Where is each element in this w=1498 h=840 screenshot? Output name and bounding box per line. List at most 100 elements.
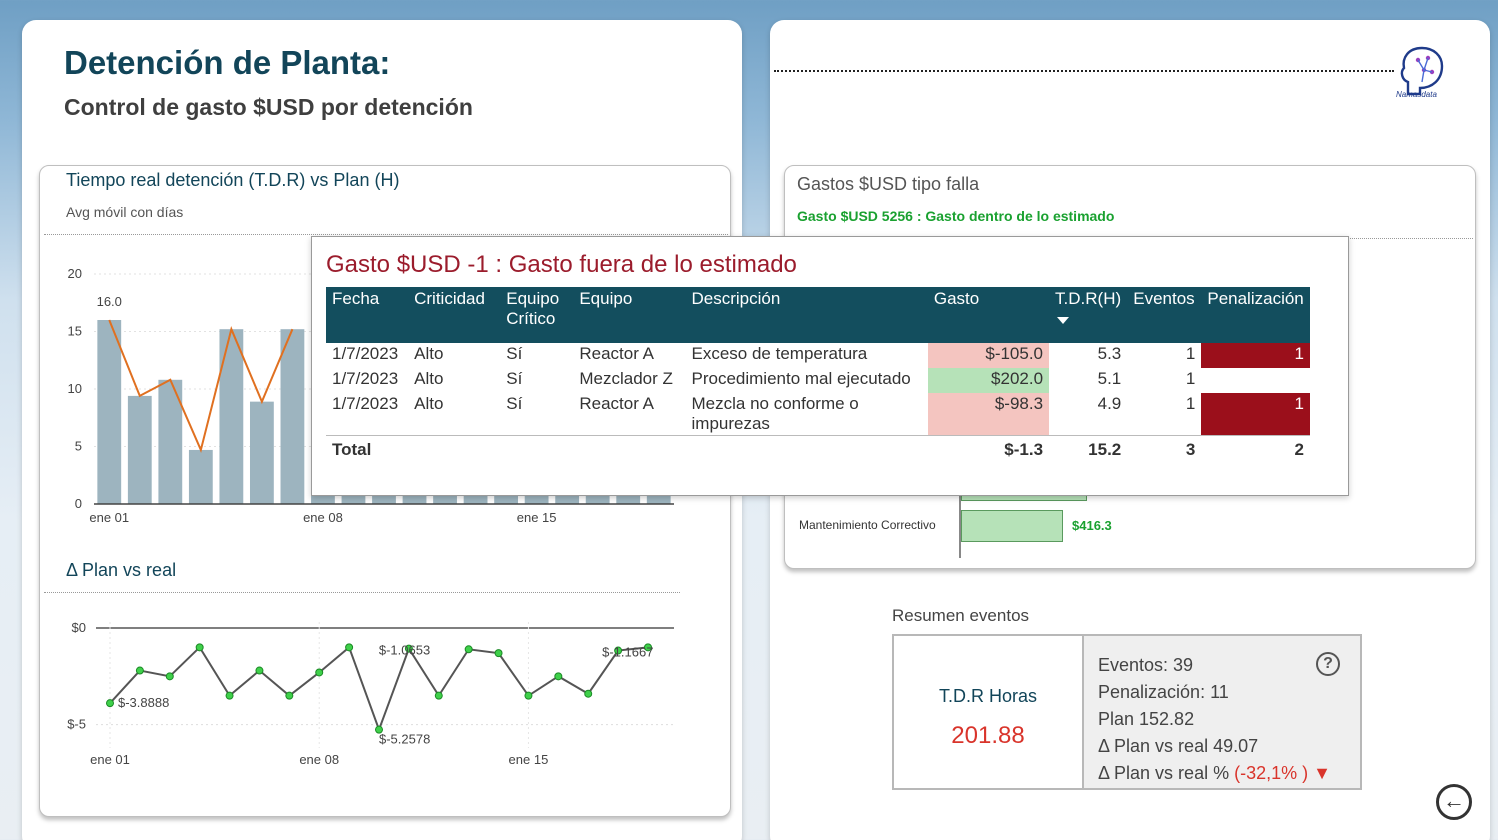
delta-point: [464, 645, 473, 654]
help-icon[interactable]: ?: [1316, 652, 1340, 676]
table-row: 1/7/2023 Alto Sí Reactor A Mezcla no con…: [326, 393, 1310, 436]
cell-critico: Sí: [506, 394, 523, 413]
cell-penalizacion: [1201, 368, 1310, 393]
column-header[interactable]: Penalización: [1201, 287, 1310, 343]
cell-criticidad: Alto: [414, 394, 444, 413]
delta-chart-title: Δ Plan vs real: [66, 560, 177, 580]
delta-point: [494, 649, 503, 658]
divider: [44, 592, 680, 593]
falla-bar[interactable]: [961, 510, 1063, 542]
y-tick-label: 20: [68, 266, 82, 281]
column-header[interactable]: Descripción: [685, 287, 928, 343]
back-arrow-icon[interactable]: ←: [1436, 784, 1472, 820]
tdr-kpi: T.D.R Horas 201.88: [894, 636, 1082, 788]
delta-pct-value: (-32,1% ): [1234, 763, 1309, 783]
data-label: 16.0: [97, 294, 122, 309]
column-header[interactable]: Fecha: [326, 287, 409, 343]
delta-point: [195, 643, 204, 652]
delta-chart[interactable]: $0 $-5 $-3.8888 $-1.0653 $-5.2578 $-1.1667 ene…: [40, 602, 732, 792]
cell-tdr: 5.1: [1097, 369, 1122, 388]
data-label: $-1.0653: [379, 643, 430, 658]
tdr-chart-subtitle: Avg móvil con días: [66, 204, 184, 220]
y-tick-label: $-5: [67, 717, 86, 732]
x-tick-label: ene 01: [89, 510, 129, 525]
tdr-bar: [188, 449, 213, 504]
data-label: $-3.8888: [118, 695, 169, 710]
column-header[interactable]: Equipo Crítico: [500, 287, 574, 343]
resumen-title: Resumen eventos: [892, 606, 1030, 625]
delta-point: [345, 643, 354, 652]
cell-equipo: Mezclador Z: [579, 369, 673, 388]
table-total-row: Total $-1.3 15.2 3 2: [326, 435, 1310, 461]
y-tick-label: $0: [72, 620, 86, 635]
empty-cell: [408, 435, 501, 461]
empty-cell: [500, 435, 574, 461]
page-title: Detención de Planta:: [64, 44, 391, 81]
tdr-bar: [127, 395, 152, 504]
tdr-bar: [280, 329, 305, 504]
cell-critico: Sí: [506, 344, 523, 363]
cell-gasto: $202.0: [927, 368, 1050, 393]
cell-fecha: 1/7/2023: [332, 394, 399, 413]
falla-chart-title: Gastos $USD tipo falla: [797, 174, 980, 194]
x-tick-label: ene 01: [90, 752, 130, 767]
column-header-sorted[interactable]: T.D.R(H): [1049, 287, 1128, 343]
total-penalizacion: 2: [1201, 435, 1310, 461]
falla-bar-value: $416.3: [1072, 518, 1112, 533]
delta-line: [109, 645, 649, 733]
tdr-kpi-value: 201.88: [951, 722, 1025, 749]
total-eventos: 3: [1127, 435, 1202, 461]
divider: [44, 234, 728, 235]
cell-fecha: 1/7/2023: [332, 344, 399, 363]
cell-penalizacion: 1: [1201, 343, 1310, 368]
empty-cell: [685, 435, 928, 461]
tooltip-table: Fecha Criticidad Equipo Crítico Equipo D…: [326, 287, 1310, 461]
plan-value: Plan 152.82: [1098, 709, 1195, 729]
delta-point: [135, 666, 144, 675]
column-header[interactable]: Equipo: [573, 287, 686, 343]
cell-penalizacion: 1: [1201, 393, 1310, 436]
cell-criticidad: Alto: [414, 344, 444, 363]
page-subtitle: Control de gasto $USD por detención: [64, 94, 473, 120]
tdr-kpi-label: T.D.R Horas: [938, 686, 1037, 706]
cell-criticidad: Alto: [414, 369, 444, 388]
logo-text: Namasdata: [1396, 90, 1437, 99]
table-row: 1/7/2023 Alto Sí Mezclador Z Procedimien…: [326, 368, 1310, 393]
delta-point: [434, 691, 443, 700]
eventos-summary: Eventos: 39 Penalización: 11 Plan 152.82…: [1082, 636, 1360, 788]
column-header[interactable]: Gasto: [927, 287, 1050, 343]
y-tick-label: 0: [75, 496, 82, 511]
cell-descripcion: Procedimiento mal ejecutado: [691, 369, 911, 388]
column-header[interactable]: Criticidad: [408, 287, 501, 343]
x-tick-label: ene 15: [509, 752, 549, 767]
table-header-row: Fecha Criticidad Equipo Crítico Equipo D…: [326, 287, 1310, 343]
cell-fecha: 1/7/2023: [332, 369, 399, 388]
delta-point: [554, 672, 563, 681]
penalizacion-count: Penalización: 11: [1098, 682, 1229, 702]
total-tdr: 15.2: [1049, 435, 1128, 461]
tdr-bar: [249, 401, 274, 504]
falla-status-text: Gasto $USD 5256 : Gasto dentro de lo est…: [797, 208, 1115, 224]
tdr-bar: [219, 329, 244, 504]
cell-gasto: $-98.3: [927, 393, 1050, 436]
cell-equipo: Reactor A: [579, 394, 654, 413]
empty-cell: [573, 435, 686, 461]
y-tick-label: 15: [68, 324, 82, 339]
cell-descripcion: Mezcla no conforme o impurezas: [691, 394, 859, 433]
table-row: 1/7/2023 Alto Sí Reactor A Exceso de tem…: [326, 343, 1310, 368]
sort-down-icon: [1057, 317, 1070, 324]
tooltip-popup: Gasto $USD -1 : Gasto fuera de lo estima…: [311, 236, 1349, 496]
cell-tdr: 4.9: [1097, 394, 1122, 413]
total-label: Total: [326, 435, 409, 461]
column-header[interactable]: Eventos: [1127, 287, 1202, 343]
tdr-chart-title: Tiempo real detención (T.D.R) vs Plan (H…: [66, 170, 400, 190]
cell-eventos: 1: [1185, 344, 1196, 363]
falla-bar-label: Mantenimiento Correctivo: [799, 518, 936, 532]
y-tick-label: 5: [75, 439, 82, 454]
y-tick-label: 10: [68, 381, 82, 396]
cell-eventos: 1: [1185, 394, 1196, 413]
cell-eventos: 1: [1185, 369, 1196, 388]
delta-point: [524, 691, 533, 700]
delta-pct-line: Δ Plan vs real % (-32,1% ) ▼: [1098, 760, 1360, 787]
cell-critico: Sí: [506, 369, 523, 388]
